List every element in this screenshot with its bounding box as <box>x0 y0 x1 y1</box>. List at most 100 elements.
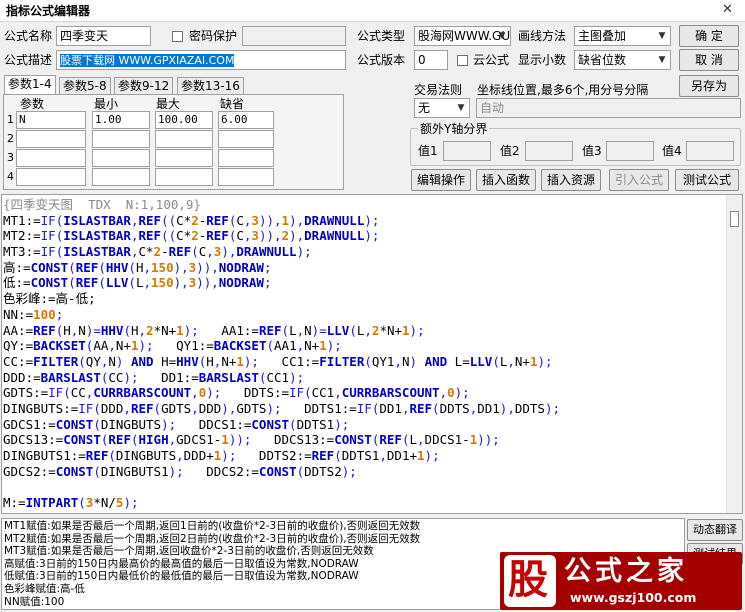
code-editor[interactable]: {四季变天图 TDX N:1,100,9} MT1:=IF(ISLASTBAR,R… <box>1 194 743 514</box>
code-token: ), <box>289 228 305 244</box>
param-max-cell[interactable]: 100.00 <box>155 111 213 129</box>
code-token: GDCS2:= <box>3 463 56 479</box>
tab-params-5-8[interactable]: 参数5-8 <box>59 77 111 95</box>
extra-value-2-input[interactable] <box>525 141 573 161</box>
tab-params-1-4[interactable]: 参数1-4 <box>4 75 56 95</box>
import-formula-button[interactable]: 引入公式 <box>609 169 669 191</box>
param-min-cell[interactable] <box>92 149 150 167</box>
code-line[interactable]: CC:=FILTER(QY,N) AND H=HHV(H,N+1); CC1:=… <box>3 354 725 370</box>
insert-function-button[interactable]: 插入函数 <box>476 169 536 191</box>
cloud-formula-checkbox[interactable] <box>457 55 468 66</box>
param-min-cell[interactable] <box>92 168 150 186</box>
trade-rule-select[interactable]: 无 ▼ <box>414 98 470 118</box>
formula-desc-input[interactable]: 股票下载网 WWW.GPXIAZAI.COM <box>56 50 346 70</box>
code-token: 1 <box>319 338 327 354</box>
code-token: NODRAW <box>218 259 264 275</box>
code-token: REF <box>33 322 56 338</box>
tab-params-13-16[interactable]: 参数13-16 <box>177 77 244 95</box>
param-default-cell[interactable] <box>218 130 274 148</box>
code-token: REF <box>138 212 162 228</box>
param-name-cell[interactable] <box>16 168 86 186</box>
code-line[interactable]: DINGBUTS:=IF(DDD,REF(GDTS,DDD),GDTS); DD… <box>3 401 725 417</box>
code-line[interactable]: NN:=100; <box>3 307 725 323</box>
formula-version-input[interactable]: 0 <box>414 50 448 70</box>
draw-method-label: 画线方法 <box>518 29 567 43</box>
code-line[interactable]: MT1:=IF(ISLASTBAR,REF((C*2-REF(C,3)),1),… <box>3 213 725 229</box>
param-default-cell[interactable] <box>218 149 274 167</box>
code-token: IF( <box>48 385 71 401</box>
ok-button[interactable]: 确 定 <box>679 25 739 47</box>
password-checkbox[interactable] <box>172 31 183 42</box>
insert-resource-button[interactable]: 插入资源 <box>541 169 601 191</box>
code-token: REF <box>130 400 154 416</box>
code-line[interactable]: MT3:=IF(ISLASTBAR,C*2-REF(C,3),DRAWNULL)… <box>3 244 725 260</box>
param-name-cell[interactable] <box>16 149 86 167</box>
dynamic-translate-button[interactable]: 动态翻译 <box>687 519 743 541</box>
code-token: *N+ <box>379 322 403 338</box>
code-line[interactable]: AA:=REF(H,N)=HHV(H,2*N+1); AA1:=REF(L,N)… <box>3 323 725 339</box>
param-default-cell[interactable]: 6.00 <box>218 111 274 129</box>
code-line[interactable]: DINGBUTS1:=REF(DINGBUTS,DDD+1); DDTS2:=R… <box>3 448 725 464</box>
code-token: *N+ <box>153 322 177 338</box>
coord-line-label: 坐标线位置,最多6个,用分号分隔 <box>477 83 649 97</box>
formula-type-select[interactable]: 股海网WWW.GU ▼ <box>414 26 511 46</box>
code-line[interactable]: M:=INTPART(3*N/5); <box>3 495 725 511</box>
code-token: CONST <box>258 463 297 479</box>
code-token: C* <box>176 228 192 244</box>
formula-name-label: 公式名称 <box>4 29 53 43</box>
code-line[interactable]: {四季变天图 TDX N:1,100,9} <box>3 197 725 213</box>
code-token: 150 <box>151 275 174 291</box>
tab-params-9-12[interactable]: 参数9-12 <box>114 77 174 95</box>
code-line[interactable]: MT2:=IF(ISLASTBAR,REF((C*2-REF(C,3)),2),… <box>3 228 725 244</box>
code-text[interactable]: {四季变天图 TDX N:1,100,9} MT1:=IF(ISLASTBAR,R… <box>3 197 725 511</box>
formula-name-input[interactable]: 四季变天 <box>56 26 151 46</box>
code-token: ); <box>364 212 380 228</box>
editor-scrollbar[interactable] <box>726 195 742 513</box>
param-default-cell[interactable] <box>218 168 274 186</box>
save-as-button[interactable]: 另存为 <box>679 75 739 97</box>
param-name-cell[interactable]: N <box>16 111 86 129</box>
param-name-cell[interactable] <box>16 130 86 148</box>
code-token: C* <box>176 212 192 228</box>
code-token: HIGH <box>138 432 169 448</box>
extra-value-1-input[interactable] <box>443 141 491 161</box>
code-token: ); <box>138 338 154 354</box>
code-line[interactable]: DDD:=BARSLAST(CC); DD1:=BARSLAST(CC1); <box>3 370 725 386</box>
cancel-button[interactable]: 取 消 <box>679 49 739 71</box>
code-token: , <box>507 353 515 369</box>
code-token: ; <box>263 259 272 275</box>
extra-value-4-input[interactable] <box>686 141 734 161</box>
edit-operations-button[interactable]: 编辑操作 <box>411 169 471 191</box>
extra-value-3-input[interactable] <box>606 141 654 161</box>
param-min-cell[interactable]: 1.00 <box>92 111 150 129</box>
close-icon[interactable]: ✕ <box>722 2 733 17</box>
code-token: C* <box>138 244 154 260</box>
code-line[interactable]: GDTS:=IF(CC,CURRBARSCOUNT,0); DDTS:=IF(C… <box>3 385 725 401</box>
draw-method-select[interactable]: 主图叠加 ▼ <box>574 26 671 46</box>
param-max-cell[interactable] <box>155 149 213 167</box>
code-token: L <box>289 322 297 338</box>
scrollbar-thumb[interactable] <box>730 211 739 227</box>
code-line[interactable]: 高:=CONST(REF(HHV(H,150),3)),NODRAW; <box>3 260 725 276</box>
code-token: , <box>296 338 305 354</box>
extra-value-3-label: 值3 <box>582 144 602 158</box>
code-token: ), <box>499 400 515 416</box>
test-formula-button[interactable]: 测试公式 <box>675 169 739 191</box>
code-line[interactable]: GDCS13:=CONST(REF(HIGH,GDCS1-1)); DDCS13… <box>3 432 725 448</box>
code-token: DRAWNULL <box>236 244 297 260</box>
code-token: )); <box>228 432 252 448</box>
code-line[interactable] <box>3 479 725 495</box>
param-max-cell[interactable] <box>155 168 213 186</box>
password-input[interactable] <box>242 26 346 46</box>
code-line[interactable]: 低:=CONST(REF(LLV(L,150),3)),NODRAW; <box>3 275 725 291</box>
code-token: FILTER <box>319 353 365 369</box>
code-line[interactable]: 色彩峰:=高-低; <box>3 291 725 307</box>
coord-line-input[interactable]: 自动 <box>476 98 741 118</box>
decimals-select[interactable]: 缺省位数 ▼ <box>574 50 671 70</box>
code-line[interactable]: GDCS1:=CONST(DINGBUTS); DDCS1:=CONST(DDT… <box>3 417 725 433</box>
param-min-cell[interactable] <box>92 130 150 148</box>
param-max-cell[interactable] <box>155 130 213 148</box>
code-line[interactable]: GDCS2:=CONST(DINGBUTS1); DDCS2:=CONST(DD… <box>3 464 725 480</box>
code-line[interactable]: QY:=BACKSET(AA,N+1); QY1:=BACKSET(AA1,N+… <box>3 338 725 354</box>
code-token: ( <box>93 416 101 432</box>
